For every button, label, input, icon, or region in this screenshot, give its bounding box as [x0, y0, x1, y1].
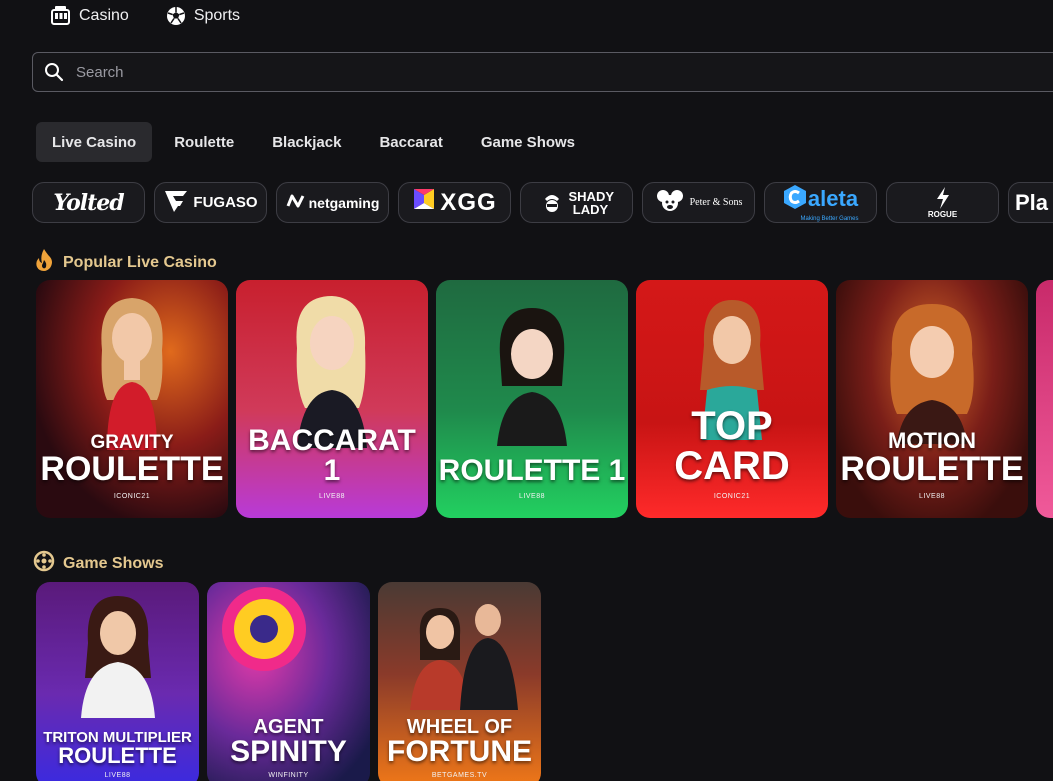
game-title-line2: FORTUNE [387, 735, 532, 768]
provider-list: Yolted FUGASO netgaming XGG SHADY LADY P… [32, 182, 1053, 223]
lightning-bolt-icon [935, 186, 951, 211]
tab-baccarat[interactable]: Baccarat [363, 122, 458, 162]
provider-pla[interactable]: Pla [1008, 182, 1053, 223]
peter-sons-logo-icon [655, 188, 685, 217]
game-title: BACCARAT 1 [236, 426, 428, 486]
provider-shady-lady[interactable]: SHADY LADY [520, 182, 633, 223]
game-title-line1: TOP CARD [674, 404, 790, 488]
tab-blackjack[interactable]: Blackjack [256, 122, 357, 162]
provider-rogue-label: ROGUE [927, 209, 958, 219]
game-title: AGENT SPINITY [207, 717, 370, 767]
search-bar[interactable] [32, 52, 1053, 92]
provider-fugaso[interactable]: FUGASO [154, 182, 267, 223]
game-card-roulette-1[interactable]: ROULETTE 1 LIVE88 [436, 280, 628, 518]
game-provider: WINFINITY [268, 772, 309, 779]
popular-games-row: GRAVITY ROULETTE ICONIC21 BACCARAT 1 LIV… [36, 280, 1028, 518]
nav-sports[interactable]: Sports [165, 5, 240, 27]
category-tabs: Live Casino Roulette Blackjack Baccarat … [36, 122, 591, 162]
shady-lady-logo-icon [541, 189, 563, 217]
search-input[interactable] [74, 62, 1053, 82]
slot-machine-icon [50, 5, 72, 27]
game-title-line1: BACCARAT 1 [248, 424, 416, 487]
soccer-ball-icon [165, 5, 187, 27]
section-popular-label: Popular Live Casino [63, 253, 217, 271]
game-title-line2: ROULETTE [58, 743, 177, 768]
tab-game-shows[interactable]: Game Shows [465, 122, 591, 162]
wheel-icon [33, 550, 55, 577]
section-popular-live-casino-title[interactable]: Popular Live Casino [33, 248, 217, 277]
provider-yolted[interactable]: Yolted [32, 182, 145, 223]
provider-caleta[interactable]: aleta Making Better Games [764, 182, 877, 223]
top-nav: Casino Sports [50, 2, 240, 30]
provider-yolted-logo: Yolted [53, 189, 124, 216]
nav-casino-label: Casino [79, 7, 129, 24]
game-title: ROULETTE 1 [436, 456, 628, 486]
dealer-image [867, 294, 997, 449]
tab-live-casino[interactable]: Live Casino [36, 122, 153, 162]
game-title-line1: AGENT [253, 716, 324, 738]
game-title-line1: MOTION [888, 428, 976, 453]
game-card-partial[interactable] [1036, 280, 1053, 518]
game-card-agent-spinity[interactable]: AGENT SPINITY WINFINITY [207, 582, 370, 781]
game-title-line1: WHEEL OF [406, 716, 513, 738]
game-shows-row: TRITON MULTIPLIER ROULETTE LIVE88 AGENT … [36, 582, 541, 781]
game-card-motion-roulette[interactable]: MOTION ROULETTE LIVE88 [836, 280, 1028, 518]
tab-roulette[interactable]: Roulette [158, 122, 250, 162]
caleta-logo-icon [783, 184, 807, 214]
nav-casino[interactable]: Casino [50, 5, 129, 27]
game-card-gravity-roulette[interactable]: GRAVITY ROULETTE ICONIC21 [36, 280, 228, 518]
game-title: WHEEL OF FORTUNE [378, 717, 541, 767]
provider-netgaming-label: netgaming [308, 194, 380, 211]
provider-pla-label: Pla [1015, 189, 1049, 215]
provider-xgg-label: XGG [440, 188, 497, 216]
game-title: GRAVITY ROULETTE [36, 433, 228, 486]
provider-rogue[interactable]: ROGUE [886, 182, 999, 223]
provider-netgaming[interactable]: netgaming [276, 182, 389, 223]
dealer-image [472, 296, 592, 451]
game-title-line2: ROULETTE [840, 450, 1024, 488]
game-card-triton-multiplier-roulette[interactable]: TRITON MULTIPLIER ROULETTE LIVE88 [36, 582, 199, 781]
game-title: TRITON MULTIPLIER ROULETTE [36, 730, 199, 767]
dealer-image [63, 588, 173, 723]
game-provider: ICONIC21 [713, 493, 751, 500]
provider-xgg[interactable]: XGG [398, 182, 511, 223]
provider-shady-lady-label: SHADY LADY [568, 188, 615, 217]
game-provider: ICONIC21 [113, 493, 151, 500]
game-title-line2: SPINITY [230, 735, 347, 768]
xgg-logo-icon [412, 187, 436, 218]
fugaso-logo-icon [163, 188, 189, 218]
section-game-shows-title[interactable]: Game Shows [33, 550, 163, 577]
game-provider: LIVE88 [319, 493, 345, 500]
game-provider: LIVE88 [919, 493, 945, 500]
game-title: TOP CARD [636, 406, 828, 486]
dealer-image [390, 590, 530, 715]
provider-caleta-label: aleta [807, 185, 859, 211]
provider-fugaso-label: FUGASO [193, 194, 258, 211]
game-provider: BETGAMES.TV [431, 772, 488, 779]
game-card-top-card[interactable]: TOP CARD ICONIC21 [636, 280, 828, 518]
game-card-baccarat-1[interactable]: BACCARAT 1 LIVE88 [236, 280, 428, 518]
game-provider: LIVE88 [104, 772, 131, 779]
game-title: MOTION ROULETTE [836, 428, 1028, 488]
game-card-wheel-of-fortune[interactable]: WHEEL OF FORTUNE BETGAMES.TV [378, 582, 541, 781]
flame-icon [33, 248, 55, 277]
game-title-line2: ROULETTE [40, 450, 224, 488]
provider-caleta-tagline: Making Better Games [800, 215, 859, 222]
game-provider: LIVE88 [519, 493, 545, 500]
wheel-image [219, 584, 309, 679]
provider-peter-sons-label: Peter & Sons [689, 197, 743, 208]
nav-sports-label: Sports [193, 7, 241, 24]
search-icon [44, 62, 64, 82]
game-title-line1: ROULETTE 1 [438, 454, 626, 487]
section-game-shows-label: Game Shows [63, 554, 164, 572]
dealer-image [72, 290, 192, 455]
netgaming-logo-icon [286, 194, 306, 211]
casino-page: Casino Sports Live Casino Roulette [0, 0, 1053, 781]
provider-peter-sons[interactable]: Peter & Sons [642, 182, 755, 223]
